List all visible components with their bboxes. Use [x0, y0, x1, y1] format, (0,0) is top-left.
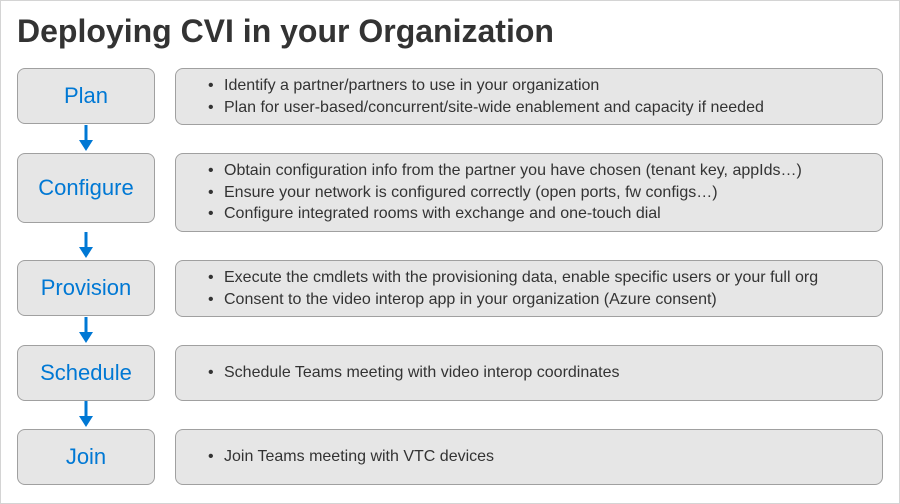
step-label: Schedule: [40, 360, 132, 386]
arrow-down-icon: [77, 401, 95, 427]
detail-item: Ensure your network is configured correc…: [208, 182, 802, 204]
arrow-down-icon: [77, 317, 95, 343]
step-label: Provision: [41, 275, 131, 301]
step-label: Plan: [64, 83, 108, 109]
detail-item: Configure integrated rooms with exchange…: [208, 203, 802, 225]
step-box-provision: Provision: [17, 260, 155, 316]
details-box-plan: Identify a partner/partners to use in yo…: [175, 68, 883, 125]
step-row-plan: Plan Identify a partner/partners to use …: [17, 68, 883, 125]
detail-item: Consent to the video interop app in your…: [208, 289, 818, 311]
step-label: Configure: [38, 175, 133, 201]
step-row-provision: Provision Execute the cmdlets with the p…: [17, 260, 883, 317]
step-box-join: Join: [17, 429, 155, 485]
page-title: Deploying CVI in your Organization: [17, 13, 883, 50]
details-box-configure: Obtain configuration info from the partn…: [175, 153, 883, 232]
detail-item: Identify a partner/partners to use in yo…: [208, 75, 764, 97]
detail-item: Execute the cmdlets with the provisionin…: [208, 267, 818, 289]
step-row-configure: Configure Obtain configuration info from…: [17, 153, 883, 232]
detail-item: Join Teams meeting with VTC devices: [208, 446, 494, 468]
detail-item: Schedule Teams meeting with video intero…: [208, 362, 620, 384]
detail-item: Plan for user-based/concurrent/site-wide…: [208, 97, 764, 119]
step-row-join: Join Join Teams meeting with VTC devices: [17, 429, 883, 485]
arrow-down-icon: [77, 125, 95, 151]
details-box-provision: Execute the cmdlets with the provisionin…: [175, 260, 883, 317]
step-box-schedule: Schedule: [17, 345, 155, 401]
step-row-schedule: Schedule Schedule Teams meeting with vid…: [17, 345, 883, 401]
step-label: Join: [66, 444, 106, 470]
process-diagram: Plan Identify a partner/partners to use …: [17, 68, 883, 485]
details-box-join: Join Teams meeting with VTC devices: [175, 429, 883, 485]
step-box-configure: Configure: [17, 153, 155, 223]
arrow-down-icon: [77, 232, 95, 258]
detail-item: Obtain configuration info from the partn…: [208, 160, 802, 182]
details-box-schedule: Schedule Teams meeting with video intero…: [175, 345, 883, 401]
step-box-plan: Plan: [17, 68, 155, 124]
